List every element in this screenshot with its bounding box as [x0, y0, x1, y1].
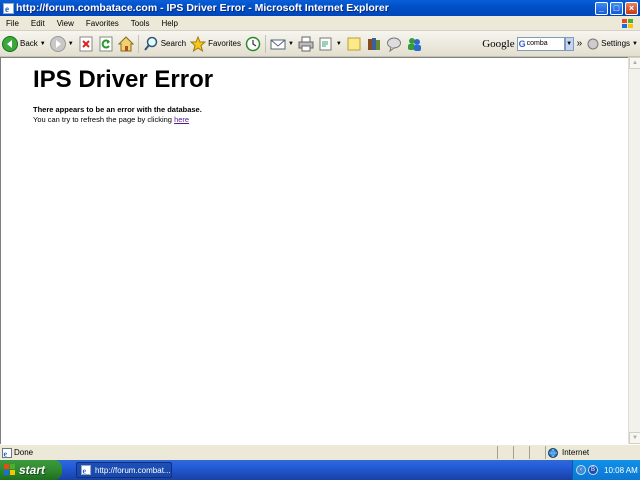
mail-dropdown-icon[interactable]: ▼: [288, 41, 294, 47]
page-heading: IPS Driver Error: [33, 66, 214, 93]
maximize-button[interactable]: □: [610, 1, 623, 15]
forward-dropdown-icon[interactable]: ▼: [68, 41, 74, 47]
back-button[interactable]: Back ▼: [0, 33, 48, 55]
window-title: http://forum.combatace.com - IPS Driver …: [16, 2, 389, 14]
windows-flag-icon: [619, 16, 637, 31]
search-icon: [143, 36, 157, 51]
settings-label: Settings: [601, 39, 631, 48]
search-button[interactable]: Search: [141, 33, 188, 55]
refresh-hint: You can try to refresh the page by click…: [33, 115, 189, 124]
history-button[interactable]: [243, 33, 263, 55]
print-button[interactable]: [296, 33, 316, 55]
taskbar-item-label: http://forum.combat...: [95, 465, 171, 475]
google-search-input[interactable]: G comba: [516, 36, 565, 51]
svg-text:e: e: [83, 467, 87, 476]
search-label: Search: [160, 39, 187, 48]
edit-document-icon: [319, 37, 332, 50]
google-logo: Google: [482, 38, 514, 50]
settings-button[interactable]: Settings ▼: [585, 33, 640, 55]
messenger-chat-icon: [386, 37, 401, 52]
screen: e http://forum.combatace.com - IPS Drive…: [0, 0, 640, 480]
toolbar-separator: [137, 34, 139, 53]
page-content: IPS Driver Error There appears to be an …: [0, 57, 628, 444]
favorites-star-icon: [190, 35, 207, 52]
home-button[interactable]: [116, 33, 136, 55]
start-label: start: [19, 463, 46, 477]
back-arrow-icon: [2, 35, 18, 52]
refresh-button[interactable]: [96, 33, 116, 55]
status-text: Done: [14, 448, 34, 457]
notes-icon: [347, 37, 361, 50]
internet-globe-icon: [548, 447, 558, 458]
start-button[interactable]: start: [0, 460, 62, 480]
refresh-icon: [99, 36, 113, 51]
refresh-hint-text: You can try to refresh the page by click…: [33, 115, 172, 124]
toolbar: Back ▼ ▼ Search Favorites ▼ ▼ Google G c…: [0, 31, 640, 57]
menu-bar: File Edit View Favorites Tools Help: [0, 16, 640, 31]
google-label: Google: [482, 37, 515, 50]
back-dropdown-icon[interactable]: ▼: [40, 41, 46, 47]
system-tray: ‹ B 10:08 AM: [572, 460, 640, 480]
mail-button[interactable]: ▼: [268, 33, 296, 55]
bluetooth-icon[interactable]: B: [588, 465, 598, 475]
notes-button[interactable]: [344, 33, 364, 55]
print-icon: [298, 36, 314, 51]
stop-icon: [79, 36, 93, 51]
edit-button[interactable]: ▼: [316, 33, 344, 55]
security-zone[interactable]: Internet: [545, 446, 640, 459]
settings-icon: [587, 38, 599, 49]
messenger-people-button[interactable]: [404, 33, 424, 55]
status-pane: [497, 446, 513, 459]
menu-edit[interactable]: Edit: [25, 19, 51, 28]
forward-button[interactable]: ▼: [48, 33, 76, 55]
messenger-button[interactable]: [384, 33, 404, 55]
back-label: Back: [20, 39, 38, 48]
toolbar-overflow-chevron[interactable]: »: [577, 38, 583, 49]
windows-logo-icon: [4, 464, 15, 475]
toolbar-separator: [264, 34, 266, 53]
history-icon: [245, 36, 261, 51]
mail-icon: [270, 39, 286, 49]
favorites-label: Favorites: [208, 39, 241, 48]
minimize-button[interactable]: _: [595, 1, 608, 15]
scroll-up-arrow[interactable]: ▲: [629, 57, 640, 69]
svg-text:e: e: [4, 449, 8, 458]
title-bar[interactable]: e http://forum.combatace.com - IPS Drive…: [0, 0, 640, 16]
google-query: comba: [526, 40, 548, 47]
stop-button[interactable]: [76, 33, 96, 55]
research-button[interactable]: [364, 33, 384, 55]
taskbar: start e http://forum.combat... ‹ B 10:08…: [0, 460, 640, 480]
page-done-icon: e: [2, 447, 12, 458]
menu-help[interactable]: Help: [155, 19, 183, 28]
status-pane: [513, 446, 529, 459]
menu-view[interactable]: View: [51, 19, 80, 28]
google-dropdown-button[interactable]: ▼: [564, 36, 574, 51]
messenger-people-icon: [407, 37, 421, 51]
menu-favorites[interactable]: Favorites: [80, 19, 125, 28]
status-pane: [529, 446, 545, 459]
clock[interactable]: 10:08 AM: [604, 466, 638, 475]
menu-tools[interactable]: Tools: [125, 19, 156, 28]
scroll-down-arrow[interactable]: ▼: [629, 432, 640, 444]
home-icon: [117, 35, 134, 51]
research-books-icon: [367, 37, 380, 50]
edit-dropdown-icon[interactable]: ▼: [336, 41, 342, 47]
status-bar: e Done Internet: [0, 444, 640, 460]
svg-text:e: e: [5, 4, 9, 14]
tray-back-arrow-icon[interactable]: ‹: [576, 465, 586, 475]
zone-label: Internet: [562, 448, 590, 457]
error-message: There appears to be an error with the da…: [33, 105, 202, 114]
favorites-button[interactable]: Favorites: [188, 33, 243, 55]
vertical-scrollbar[interactable]: ▲ ▼: [628, 57, 640, 444]
internet-explorer-icon: e: [81, 465, 91, 475]
refresh-link[interactable]: here: [174, 115, 189, 124]
close-button[interactable]: ×: [625, 1, 638, 15]
settings-dropdown-icon[interactable]: ▼: [632, 41, 638, 47]
forward-arrow-icon: [49, 35, 66, 52]
internet-explorer-icon: e: [2, 2, 14, 14]
menu-file[interactable]: File: [0, 19, 25, 28]
taskbar-item-ie[interactable]: e http://forum.combat...: [76, 462, 172, 478]
google-g-icon: G: [518, 38, 526, 49]
